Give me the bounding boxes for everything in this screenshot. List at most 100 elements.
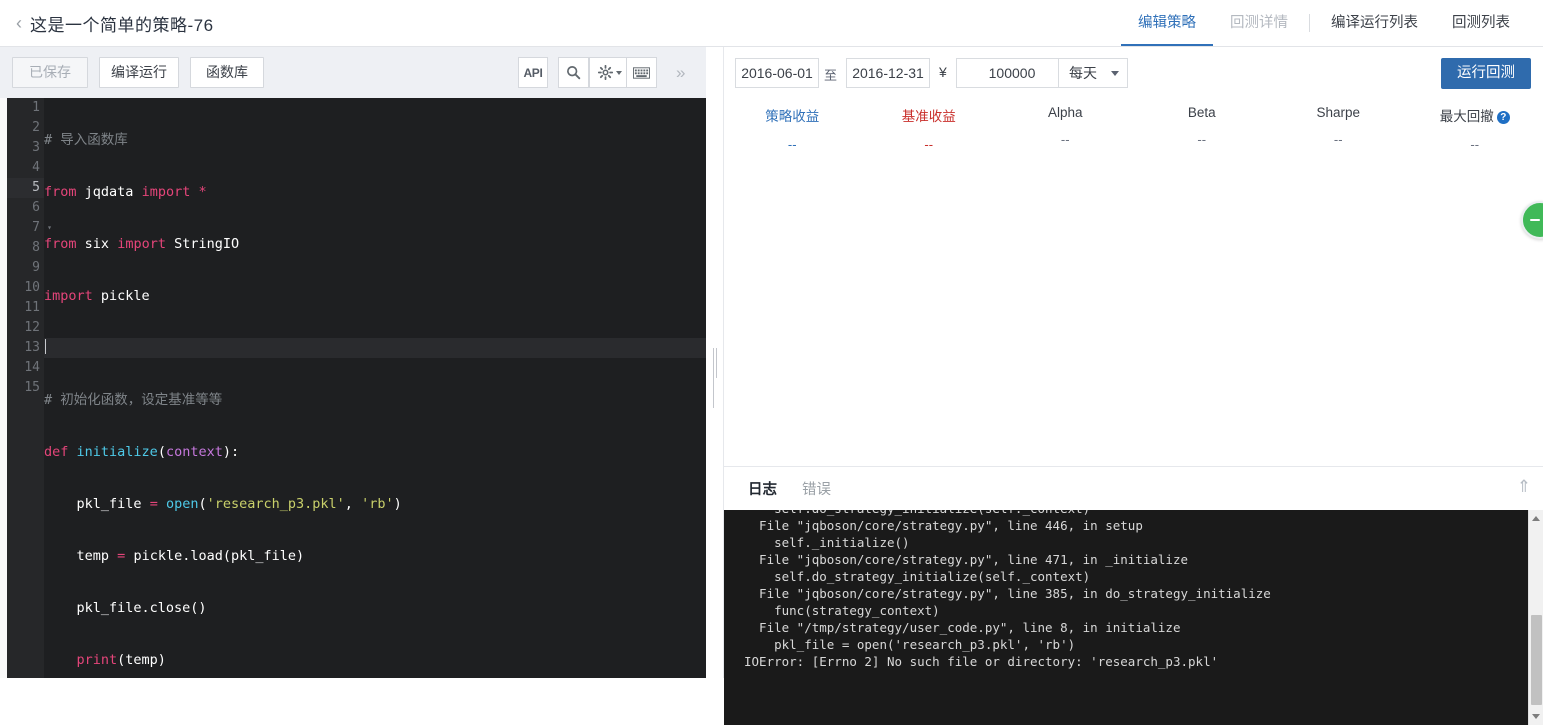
line-number: 10 [7,278,44,298]
line-number: 4 [7,158,44,178]
metric-value: -- [724,137,861,152]
scroll-up-arrow-icon[interactable] [1532,516,1540,521]
code-line-1: # 导入函数库 [44,130,706,150]
chevron-double-right-icon[interactable]: » [676,63,683,83]
line-number: 14 [7,358,44,378]
metric-value: -- [1407,137,1543,152]
code-line-6: # 初始化函数，设定基准等等 [44,390,706,410]
scroll-down-arrow-icon[interactable] [1532,714,1540,719]
metric-beta: Beta -- [1134,105,1271,155]
metric-label: Sharpe [1270,105,1407,120]
top-bar: ‹ 这是一个简单的策略-76 编辑策略 回测详情 编译运行列表 回测列表 [0,0,1543,47]
gutter-edge [0,98,7,678]
line-number: 6 [7,198,44,218]
line-number: 12 [7,318,44,338]
line-number: 3 [7,138,44,158]
frequency-select[interactable]: 每天 [1058,58,1128,88]
code-line-8: pkl_file = open('research_p3.pkl', 'rb') [44,494,706,514]
function-library-button[interactable]: 函数库 [190,57,264,88]
api-button[interactable]: API [518,57,548,88]
log-tabs: 日志 错误 ⇑ [724,467,1543,510]
code-line-5 [44,338,706,358]
run-backtest-button[interactable]: 运行回测 [1441,58,1531,89]
code-text-area[interactable]: # 导入函数库 from jqdata import * from six im… [44,98,706,678]
tab-log[interactable]: 日志 [748,478,777,499]
search-icon[interactable] [558,57,589,88]
metric-label: 最大回撤? [1407,105,1543,125]
metric-max-drawdown: 最大回撤? -- [1407,105,1543,155]
metric-value: -- [1270,132,1407,147]
code-line-2: from jqdata import * [44,182,706,202]
code-token-comment: # 初始化函数，设定基准等等 [44,392,222,408]
metric-label: Beta [1134,105,1271,120]
end-date-input[interactable]: 2016-12-31 [846,58,930,88]
log-output[interactable]: self.do_strategy_initialize(self._contex… [724,510,1543,725]
code-line-3: from six import StringIO [44,234,706,254]
code-line-7: def initialize(context): [44,442,706,462]
saved-button[interactable]: 已保存 [12,57,88,88]
line-number: 1 [7,98,44,118]
gear-icon[interactable] [589,57,631,88]
page-title: 这是一个简单的策略-76 [30,11,214,36]
compile-run-button[interactable]: 编译运行 [99,57,179,88]
code-token-comment: # 导入函数库 [44,132,128,148]
tab-compile-run-list[interactable]: 编译运行列表 [1314,0,1435,46]
metric-label: 基准收益 [861,105,998,125]
scrollbar-thumb[interactable] [1531,615,1542,705]
metric-label: Alpha [997,105,1134,120]
backtest-toolbar: 2016-06-01 至 2016-12-31 ¥ 100000 每天 运行回测 [724,47,1543,98]
line-number: 7▾ [7,218,44,238]
metric-strategy-return: 策略收益 -- [724,105,861,155]
tab-backtest-list[interactable]: 回测列表 [1435,0,1527,46]
help-icon[interactable]: ? [1497,111,1510,124]
line-number-active: 5 [7,178,44,198]
tab-error[interactable]: 错误 [802,478,831,499]
line-number-gutter: 1 2 3 4 5 6 7▾ 8 9 10 11 12 13 14 15 [7,98,44,678]
metric-label: 策略收益 [724,105,861,125]
metrics-row: 策略收益 -- 基准收益 -- Alpha -- Beta -- Sharpe … [724,105,1543,155]
line-number: 8 [7,238,44,258]
frequency-value: 每天 [1069,65,1097,81]
line-number: 11 [7,298,44,318]
log-clipped-line: self.do_strategy_initialize(self._contex… [744,510,1090,516]
line-number: 13 [7,338,44,358]
line-number: 9 [7,258,44,278]
chevron-down-icon [1111,71,1119,76]
tab-edit-strategy[interactable]: 编辑策略 [1121,0,1213,46]
chevron-down-icon [616,71,622,75]
start-date-input[interactable]: 2016-06-01 [735,58,819,88]
log-traceback: File "jqboson/core/strategy.py", line 44… [744,518,1271,669]
nav-tabs: 编辑策略 回测详情 编译运行列表 回测列表 [1121,0,1527,46]
pane-resize-handle[interactable] [713,348,719,378]
metric-label-text: 最大回撤 [1440,109,1494,124]
editor-toolbar: 已保存 编译运行 函数库 API [0,47,706,98]
line-number-text: 7 [32,220,40,235]
log-scrollbar[interactable] [1528,510,1543,725]
nav-divider [1309,14,1310,32]
code-line-10: pkl_file.close() [44,598,706,618]
floating-action-button[interactable] [1521,201,1543,239]
code-line-4: import pickle [44,286,706,306]
log-content: self.do_strategy_initialize(self._contex… [744,510,1514,670]
date-range-separator: 至 [824,65,837,84]
metric-sharpe: Sharpe -- [1270,105,1407,155]
metric-value: -- [1134,132,1271,147]
line-number: 2 [7,118,44,138]
line-number: 15 [7,378,44,398]
metric-alpha: Alpha -- [997,105,1134,155]
code-editor[interactable]: 1 2 3 4 5 6 7▾ 8 9 10 11 12 13 14 15 # 导… [0,98,706,678]
chevron-double-up-icon[interactable]: ⇑ [1517,480,1531,494]
code-line-11: print(temp) [44,650,706,670]
text-cursor [45,339,46,354]
backtest-pane: 2016-06-01 至 2016-12-31 ¥ 100000 每天 运行回测… [724,47,1543,678]
code-line-9: temp = pickle.load(pkl_file) [44,546,706,566]
metric-value: -- [997,132,1134,147]
keyboard-icon[interactable] [626,57,657,88]
metric-benchmark-return: 基准收益 -- [861,105,998,155]
metric-value: -- [861,137,998,152]
tab-backtest-detail[interactable]: 回测详情 [1213,0,1305,46]
editor-pane: 已保存 编译运行 函数库 API [0,47,706,678]
chevron-left-icon[interactable]: ‹ [12,13,26,33]
initial-cash-input[interactable]: 100000 [956,58,1068,88]
currency-symbol: ¥ [939,64,947,80]
